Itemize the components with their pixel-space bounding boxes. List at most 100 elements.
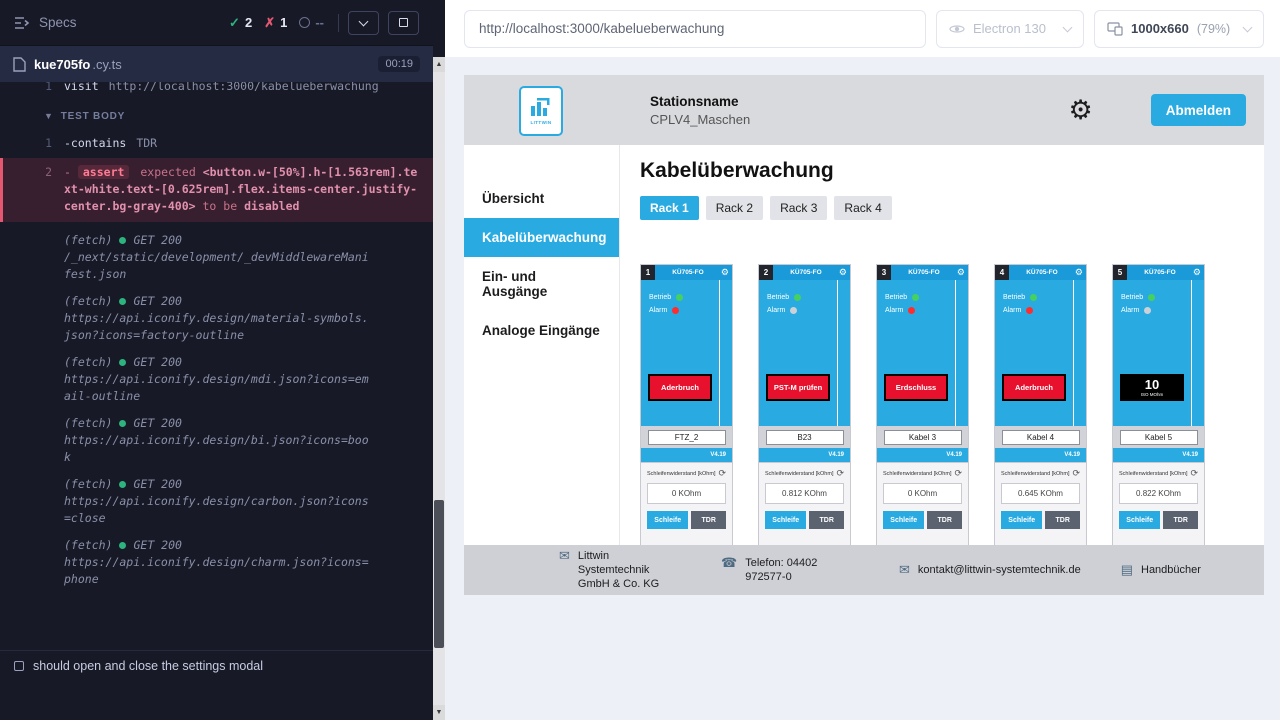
specs-menu-icon[interactable] [14,16,30,30]
cable-name: Kabel 4 [1002,430,1080,445]
footer-item[interactable]: ☎ Telefon: 04402 972577-0 [721,556,859,585]
nav-item-label: Übersicht [482,191,544,206]
module-gear-icon[interactable]: ⚙ [839,267,847,278]
fetch-url: https://api.iconify.design/carbon.json?i… [64,493,369,527]
command-arg: TDR [136,135,157,152]
refresh-icon[interactable]: ⟳ [1072,469,1080,478]
card-lower: Schleifenwiderstand [kOhm] ⟳ 0.812 KOhm … [759,462,850,545]
fetch-log-entry[interactable]: (fetch) GET 200 https://api.iconify.desi… [0,415,433,466]
module-model: KÜ705-FO [891,269,957,276]
status-ok-dot [119,542,126,549]
fetch-log-entry[interactable]: (fetch) GET 200 https://api.iconify.desi… [0,476,433,527]
command-name: visit [64,82,99,95]
contains-command-row[interactable]: 1 -contains TDR [0,132,433,155]
browser-selector[interactable]: Electron 130 [936,10,1084,48]
card-body: Betrieb Alarm [1113,280,1204,426]
status-display: Erdschluss [884,374,948,401]
command-log: 1 visit http://localhost:3000/kabelueber… [0,82,433,650]
nav-item-label: Ein- und Ausgänge [482,269,547,299]
module-gear-icon[interactable]: ⚙ [721,267,729,278]
module-gear-icon[interactable]: ⚙ [1075,267,1083,278]
settings-gear-icon[interactable]: ⚙ [1069,97,1093,124]
chevron-down-icon [359,16,369,26]
alarm-led [1026,307,1033,314]
firmware-version: V4.19 [877,448,968,462]
tdr-button[interactable]: TDR [927,511,962,529]
rack-tab[interactable]: Rack 3 [770,196,827,220]
footer-item[interactable]: ✉ kontakt@littwin-systemtechnik.de [899,563,1081,577]
logout-button[interactable]: Abmelden [1151,94,1246,126]
collapse-all-button[interactable] [348,11,379,35]
schleife-button[interactable]: Schleife [1001,511,1042,529]
module-gear-icon[interactable]: ⚙ [1193,267,1201,278]
card-body: Betrieb Alarm [641,280,732,426]
footer-item[interactable]: ✉ Littwin Systemtechnik GmbH & Co. KG [559,549,681,592]
assert-message: - assert expected <button.w-[50%].h-[1.5… [64,164,423,215]
card-header: 1 KÜ705-FO ⚙ [641,265,732,280]
card-lower: Schleifenwiderstand [kOhm] ⟳ 0 KOhm Schl… [641,462,732,545]
fetch-log-entry[interactable]: (fetch) GET 200 https://api.iconify.desi… [0,293,433,344]
rack-tab[interactable]: Rack 2 [706,196,763,220]
next-test-row[interactable]: should open and close the settings modal [0,650,433,680]
fetch-log-entry[interactable]: (fetch) GET 200 https://api.iconify.desi… [0,537,433,588]
app-sidebar: Übersicht Kabelüberwachung Ein- und Ausg… [464,145,620,545]
resistance-value: 0.645 KOhm [1001,483,1080,504]
fetch-log-entry[interactable]: (fetch) GET 200 /_next/static/developmen… [0,232,433,283]
tdr-button[interactable]: TDR [691,511,726,529]
url-bar[interactable] [464,10,926,48]
viewport-size: 1000x660 [1131,21,1189,36]
scroll-down-arrow[interactable]: ▼ [433,705,445,720]
fetch-status: GET 200 [133,537,181,554]
failed-assert-row[interactable]: 2 - assert expected <button.w-[50%].h-[1… [0,158,433,222]
module-gear-icon[interactable]: ⚙ [957,267,965,278]
status-display: Aderbruch [648,374,712,401]
viewport-selector[interactable]: 1000x660 (79%) [1094,10,1264,48]
schleife-button[interactable]: Schleife [1119,511,1160,529]
schleife-button[interactable]: Schleife [765,511,806,529]
fetch-status: GET 200 [133,232,181,249]
fetch-url: /_next/static/development/_devMiddleware… [64,249,369,283]
refresh-icon[interactable]: ⟳ [836,469,844,478]
alarm-label: Alarm [649,307,667,314]
scroll-up-arrow[interactable]: ▲ [433,57,445,72]
sidebar-nav-item[interactable]: Analoge Eingänge [464,311,619,350]
stop-run-button[interactable] [388,11,419,35]
tdr-button[interactable]: TDR [1163,511,1198,529]
betrieb-label: Betrieb [767,294,789,301]
iso-value: 10 [1145,379,1159,391]
footer-item-icon: ✉ [559,549,570,563]
sidebar-nav-item[interactable]: Ein- und Ausgänge [464,257,619,311]
test-body-section-header[interactable]: ▼ TEST BODY [0,98,433,132]
card-body: Betrieb Alarm [877,280,968,426]
tdr-button[interactable]: TDR [809,511,844,529]
scrollbar-thumb[interactable] [434,500,444,648]
spec-name: kue705fo [34,57,90,72]
footer-item[interactable]: ▤ Handbücher [1121,563,1201,577]
fetch-log-entry[interactable]: (fetch) GET 200 https://api.iconify.desi… [0,354,433,405]
fetch-url: https://api.iconify.design/material-symb… [64,310,369,344]
card-header: 5 KÜ705-FO ⚙ [1113,265,1204,280]
alarm-led [908,307,915,314]
sidebar-nav-item[interactable]: Kabelüberwachung [464,218,619,257]
rack-tab[interactable]: Rack 1 [640,196,699,220]
alarm-status-text: Aderbruch [1004,376,1064,399]
visit-command-row[interactable]: 1 visit http://localhost:3000/kabelueber… [0,82,433,98]
refresh-icon[interactable]: ⟳ [718,469,726,478]
sidebar-nav-item[interactable]: Übersicht [464,179,619,218]
schleife-button[interactable]: Schleife [883,511,924,529]
aut-region: Electron 130 1000x660 (79%) [445,0,1280,720]
reporter-header: Specs ✓2 ✗1 -- [0,0,433,46]
app-main: Kabelüberwachung Rack 1 Rack 2 Rack 3 Ra… [620,145,1264,545]
chevron-down-icon [1243,22,1253,32]
schleife-button[interactable]: Schleife [647,511,688,529]
stop-icon [399,18,408,27]
module-number: 1 [641,265,655,280]
rack-tab[interactable]: Rack 4 [834,196,891,220]
refresh-icon[interactable]: ⟳ [954,469,962,478]
vertical-scrollbar[interactable]: ▲ ▼ [433,0,445,720]
divider-line [955,280,957,426]
tdr-button[interactable]: TDR [1045,511,1080,529]
spec-header[interactable]: kue705fo .cy.ts 00:19 [0,46,433,82]
cable-strip: B23 [759,426,850,448]
refresh-icon[interactable]: ⟳ [1190,469,1198,478]
